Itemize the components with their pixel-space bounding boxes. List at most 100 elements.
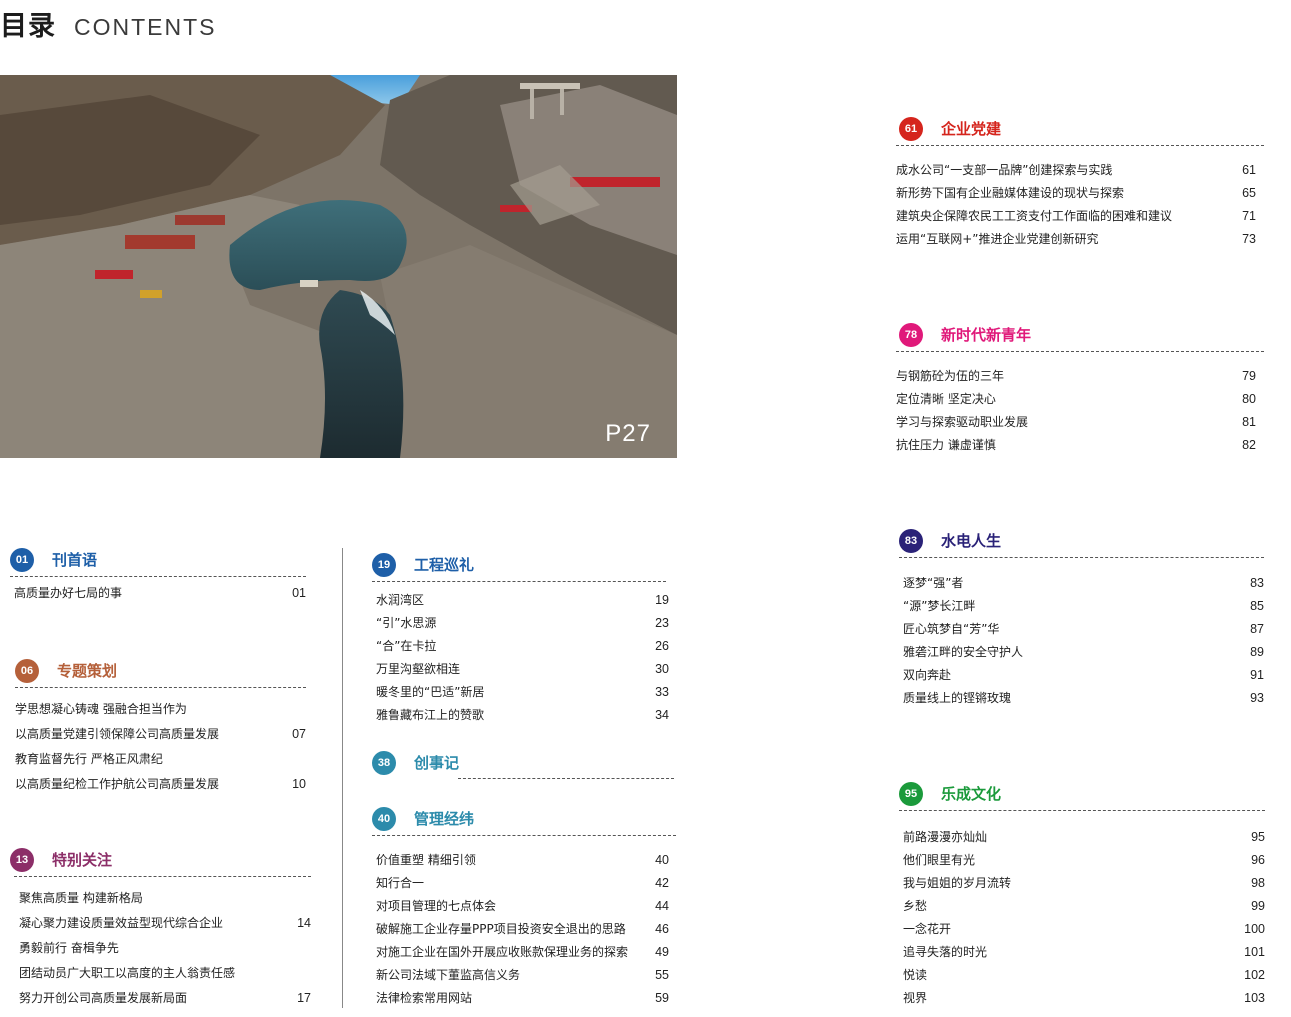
section-title[interactable]: 创事记 bbox=[414, 752, 459, 773]
dashed-divider bbox=[458, 778, 674, 779]
entry-title: 追寻失落的时光 bbox=[903, 945, 988, 959]
entry-title: 凝心聚力建设质量效益型现代综合企业 bbox=[19, 916, 224, 930]
section-title[interactable]: 特别关注 bbox=[52, 849, 112, 870]
toc-entry[interactable]: 学习与探索驱动职业发展 81 bbox=[896, 411, 1256, 434]
toc-entry[interactable]: 视界 103 bbox=[899, 987, 1265, 1010]
toc-entry[interactable]: 价值重塑 精细引领 40 bbox=[372, 849, 669, 872]
toc-entry[interactable]: 悦读 102 bbox=[899, 964, 1265, 987]
toc-entry[interactable]: 对项目管理的七点体会 44 bbox=[372, 895, 669, 918]
entry-title: 勇毅前行 奋楫争先 bbox=[19, 941, 119, 955]
toc-entry[interactable]: 努力开创公司高质量发展新局面 17 bbox=[10, 986, 311, 1011]
toc-entry[interactable]: 他们眼里有光 96 bbox=[899, 849, 1265, 872]
toc-entry[interactable]: 追寻失落的时光 101 bbox=[899, 941, 1265, 964]
toc-entry[interactable]: 成水公司“一支部一品牌”创建探索与实践 61 bbox=[896, 159, 1256, 182]
entry-title: 乡愁 bbox=[903, 899, 928, 913]
toc-entry[interactable]: 前路漫漫亦灿灿 95 bbox=[899, 826, 1265, 849]
entry-title: 质量线上的铿锵玫瑰 bbox=[903, 691, 1012, 705]
toc-entry[interactable]: 定位清晰 坚定决心 80 bbox=[896, 388, 1256, 411]
section-01: 01 刊首语 高质量办好七局的事 01 bbox=[10, 547, 306, 600]
entry-title: 知行合一 bbox=[376, 876, 425, 890]
section-61: 61 企业党建 成水公司“一支部一品牌”创建探索与实践 61 新形势下国有企业融媒… bbox=[896, 116, 1264, 246]
toc-entry[interactable]: 高质量办好七局的事 01 bbox=[10, 582, 306, 605]
toc-entry[interactable]: 新形势下国有企业融媒体建设的现状与探索 65 bbox=[896, 182, 1256, 205]
toc-entry[interactable]: 凝心聚力建设质量效益型现代综合企业 14 bbox=[10, 911, 311, 936]
section-13: 13 特别关注 聚焦高质量 构建新格局 凝心聚力建设质量效益型现代综合企业 14 … bbox=[10, 847, 311, 1005]
entry-page-number: 83 bbox=[1250, 576, 1264, 590]
section-title[interactable]: 工程巡礼 bbox=[414, 554, 474, 575]
toc-entry[interactable]: 以高质量党建引领保障公司高质量发展 07 bbox=[15, 722, 306, 747]
toc-entry[interactable]: 建筑央企保障农民工工资支付工作面临的困难和建议 71 bbox=[896, 205, 1256, 228]
toc-entry[interactable]: 一念花开 100 bbox=[899, 918, 1265, 941]
toc-entry[interactable]: 教育监督先行 严格正风肃纪 bbox=[15, 747, 306, 772]
entry-page-number: 100 bbox=[1244, 922, 1265, 936]
section-number-badge: 95 bbox=[899, 782, 923, 806]
section-number-badge: 13 bbox=[10, 848, 34, 872]
entry-page-number: 19 bbox=[655, 593, 669, 607]
toc-entry[interactable]: 雅砻江畔的安全守护人 89 bbox=[899, 641, 1264, 664]
cover-photo[interactable]: P27 bbox=[0, 75, 677, 458]
toc-entry[interactable]: 我与姐姐的岁月流转 98 bbox=[899, 872, 1265, 895]
toc-entry[interactable]: 乡愁 99 bbox=[899, 895, 1265, 918]
section-title[interactable]: 企业党建 bbox=[941, 118, 1001, 139]
section-title[interactable]: 刊首语 bbox=[52, 549, 97, 570]
toc-entry[interactable]: 双向奔赴 91 bbox=[899, 664, 1264, 687]
toc-entry[interactable]: 质量线上的铿锵玫瑰 93 bbox=[899, 687, 1264, 710]
section-title[interactable]: 乐成文化 bbox=[941, 783, 1001, 804]
entry-page-number: 102 bbox=[1244, 968, 1265, 982]
entry-title: 双向奔赴 bbox=[903, 668, 952, 682]
toc-entry[interactable]: 破解施工企业存量PPP项目投资安全退出的思路 46 bbox=[372, 918, 669, 941]
toc-entry[interactable]: “源”梦长江畔 85 bbox=[899, 595, 1264, 618]
toc-entry[interactable]: 暖冬里的“巴适”新居 33 bbox=[372, 681, 669, 704]
page-title-english: CONTENTS bbox=[74, 14, 217, 40]
section-title[interactable]: 水电人生 bbox=[941, 530, 1001, 551]
entry-title: 新形势下国有企业融媒体建设的现状与探索 bbox=[896, 186, 1125, 200]
section-items: 与钢筋砼为伍的三年 79 定位清晰 坚定决心 80 学习与探索驱动职业发展 81 抗住… bbox=[896, 365, 1256, 457]
toc-entry[interactable]: 逐梦“强”者 83 bbox=[899, 572, 1264, 595]
toc-entry[interactable]: 匠心筑梦自“芳”华 87 bbox=[899, 618, 1264, 641]
toc-entry[interactable]: 运用“互联网+”推进企业党建创新研究 73 bbox=[896, 228, 1256, 251]
entry-title: “引”水思源 bbox=[376, 616, 437, 630]
section-items: 成水公司“一支部一品牌”创建探索与实践 61 新形势下国有企业融媒体建设的现状与探… bbox=[896, 159, 1256, 251]
toc-entry[interactable]: 法律检索常用网站 59 bbox=[372, 987, 669, 1010]
toc-entry[interactable]: “引”水思源 23 bbox=[372, 612, 669, 635]
section-title[interactable]: 新时代新青年 bbox=[941, 324, 1031, 345]
section-number-badge: 06 bbox=[15, 659, 39, 683]
toc-entry[interactable]: 新公司法域下董监高信义务 55 bbox=[372, 964, 669, 987]
entry-page-number: 17 bbox=[297, 991, 311, 1005]
toc-entry[interactable]: 雅鲁藏布江上的赞歌 34 bbox=[372, 704, 669, 727]
toc-entry[interactable]: 水润湾区 19 bbox=[372, 589, 669, 612]
section-83: 83 水电人生 逐梦“强”者 83 “源”梦长江畔 85 匠心筑梦自“芳”华 87 雅… bbox=[899, 528, 1264, 705]
entry-page-number: 101 bbox=[1244, 945, 1265, 959]
entry-title: 万里沟壑欲相连 bbox=[376, 662, 461, 676]
entry-page-number: 55 bbox=[655, 968, 669, 982]
section-title[interactable]: 管理经纬 bbox=[414, 808, 474, 829]
section-95: 95 乐成文化 前路漫漫亦灿灿 95 他们眼里有光 96 我与姐姐的岁月流转 98 乡… bbox=[899, 781, 1265, 1005]
toc-entry[interactable]: 万里沟壑欲相连 30 bbox=[372, 658, 669, 681]
entry-page-number: 85 bbox=[1250, 599, 1264, 613]
toc-entry[interactable]: 聚焦高质量 构建新格局 bbox=[10, 886, 311, 911]
toc-entry[interactable]: 对施工企业在国外开展应收账款保理业务的探索 49 bbox=[372, 941, 669, 964]
entry-page-number: 93 bbox=[1250, 691, 1264, 705]
toc-entry[interactable]: 勇毅前行 奋楫争先 bbox=[10, 936, 311, 961]
entry-page-number: 30 bbox=[655, 662, 669, 676]
section-items: 高质量办好七局的事 01 bbox=[10, 582, 306, 605]
section-title[interactable]: 专题策划 bbox=[57, 660, 117, 681]
entry-page-number: 99 bbox=[1251, 899, 1265, 913]
entry-page-number: 73 bbox=[1242, 232, 1256, 246]
dashed-divider bbox=[899, 557, 1264, 558]
toc-entry[interactable]: 抗住压力 谦虚谨慎 82 bbox=[896, 434, 1256, 457]
toc-entry[interactable]: 团结动员广大职工以高度的主人翁责任感 bbox=[10, 961, 311, 986]
entry-title: 抗住压力 谦虚谨慎 bbox=[896, 438, 996, 452]
entry-title: 学习与探索驱动职业发展 bbox=[896, 415, 1029, 429]
entry-page-number: 40 bbox=[655, 853, 669, 867]
entry-title: 前路漫漫亦灿灿 bbox=[903, 830, 988, 844]
entry-page-number: 89 bbox=[1250, 645, 1264, 659]
entry-title: 悦读 bbox=[903, 968, 928, 982]
toc-entry[interactable]: 知行合一 42 bbox=[372, 872, 669, 895]
column-divider bbox=[342, 548, 343, 1008]
toc-entry[interactable]: 学思想凝心铸魂 强融合担当作为 bbox=[15, 697, 306, 722]
toc-entry[interactable]: “合”在卡拉 26 bbox=[372, 635, 669, 658]
toc-entry[interactable]: 与钢筋砼为伍的三年 79 bbox=[896, 365, 1256, 388]
toc-entry[interactable]: 以高质量纪检工作护航公司高质量发展 10 bbox=[15, 772, 306, 797]
entry-page-number: 44 bbox=[655, 899, 669, 913]
